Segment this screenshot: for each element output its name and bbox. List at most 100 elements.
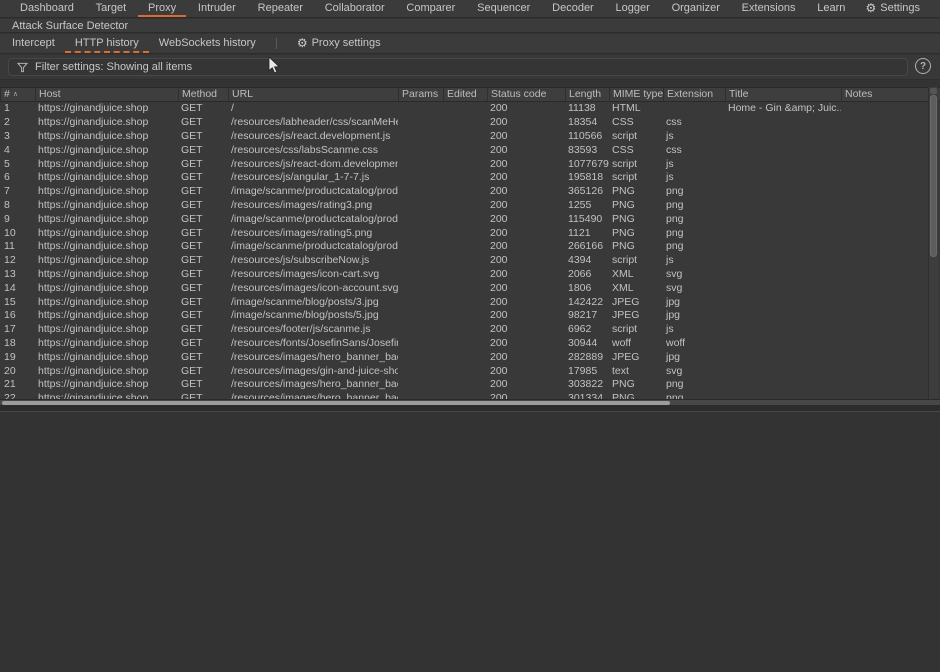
tab-target[interactable]: Target: [86, 0, 137, 17]
tab-intruder[interactable]: Intruder: [188, 0, 246, 17]
column-header[interactable]: Params: [398, 88, 443, 101]
cell-mime-type: PNG: [609, 240, 663, 252]
cell-host: https://ginandjuice.shop: [35, 116, 178, 128]
cell-method: GET: [178, 309, 228, 321]
tab-decoder[interactable]: Decoder: [542, 0, 604, 17]
tab-intercept[interactable]: Intercept: [2, 34, 65, 53]
cell-number: 20: [0, 365, 35, 377]
column-header[interactable]: Method: [178, 88, 228, 101]
tab-collaborator[interactable]: Collaborator: [315, 0, 395, 17]
cell-number: 2: [0, 116, 35, 128]
table-row[interactable]: 11 https://ginandjuice.shop GET /image/s…: [0, 239, 940, 253]
cell-number: 12: [0, 254, 35, 266]
table-row[interactable]: 6 https://ginandjuice.shop GET /resource…: [0, 170, 940, 184]
cell-method: GET: [178, 392, 228, 399]
cell-host: https://ginandjuice.shop: [35, 365, 178, 377]
cell-method: GET: [178, 268, 228, 280]
cell-host: https://ginandjuice.shop: [35, 240, 178, 252]
column-header[interactable]: MIME type: [609, 88, 663, 101]
table-row[interactable]: 14 https://ginandjuice.shop GET /resourc…: [0, 281, 940, 295]
column-header[interactable]: Host: [35, 88, 178, 101]
table-row[interactable]: 8 https://ginandjuice.shop GET /resource…: [0, 198, 940, 212]
vertical-scrollbar-thumb[interactable]: [930, 95, 937, 257]
table-row[interactable]: 10 https://ginandjuice.shop GET /resourc…: [0, 226, 940, 240]
table-row[interactable]: 18 https://ginandjuice.shop GET /resourc…: [0, 336, 940, 350]
column-header[interactable]: Title: [725, 88, 841, 101]
table-row[interactable]: 17 https://ginandjuice.shop GET /resourc…: [0, 322, 940, 336]
tab-settings[interactable]: ⚙ Settings: [855, 0, 930, 17]
tab-extensions[interactable]: Extensions: [732, 0, 806, 17]
table-row[interactable]: 2 https://ginandjuice.shop GET /resource…: [0, 115, 940, 129]
tab-repeater[interactable]: Repeater: [248, 0, 313, 17]
tab-comparer[interactable]: Comparer: [396, 0, 465, 17]
tab-dashboard[interactable]: Dashboard: [10, 0, 84, 17]
table-row[interactable]: 22 https://ginandjuice.shop GET /resourc…: [0, 391, 940, 399]
column-header-label: Status code: [491, 88, 546, 100]
table-row[interactable]: 21 https://ginandjuice.shop GET /resourc…: [0, 377, 940, 391]
column-header-label: Length: [569, 88, 601, 100]
column-header-label: #: [4, 88, 10, 100]
table-row[interactable]: 12 https://ginandjuice.shop GET /resourc…: [0, 253, 940, 267]
column-header[interactable]: # ∧: [0, 88, 35, 101]
table-row[interactable]: 19 https://ginandjuice.shop GET /resourc…: [0, 350, 940, 364]
table-row[interactable]: 9 https://ginandjuice.shop GET /image/sc…: [0, 212, 940, 226]
cell-length: 110566: [565, 130, 609, 142]
cell-extension: png: [663, 185, 725, 197]
vertical-scrollbar[interactable]: [928, 87, 938, 399]
cell-mime-type: XML: [609, 268, 663, 280]
filter-funnel-icon: [17, 62, 28, 73]
request-response-panel: [0, 411, 940, 672]
tab-logger[interactable]: Logger: [606, 0, 660, 17]
column-header[interactable]: Status code: [487, 88, 565, 101]
cell-length: 142422: [565, 296, 609, 308]
cell-host: https://ginandjuice.shop: [35, 378, 178, 390]
table-row[interactable]: 16 https://ginandjuice.shop GET /image/s…: [0, 308, 940, 322]
cell-url: /: [228, 102, 398, 114]
cell-status-code: 200: [487, 392, 565, 399]
tab-label: Organizer: [672, 2, 720, 14]
tab-label: HTTP history: [75, 37, 139, 49]
cell-status-code: 200: [487, 323, 565, 335]
table-row[interactable]: 1 https://ginandjuice.shop GET / 200 111…: [0, 102, 940, 116]
cell-host: https://ginandjuice.shop: [35, 227, 178, 239]
tab-proxy[interactable]: Proxy: [138, 0, 186, 17]
column-header[interactable]: URL: [228, 88, 398, 101]
cell-status-code: 200: [487, 185, 565, 197]
tab-organizer[interactable]: Organizer: [662, 0, 730, 17]
table-row[interactable]: 4 https://ginandjuice.shop GET /resource…: [0, 143, 940, 157]
tab-label: Intercept: [12, 37, 55, 49]
tab-label: Logger: [616, 2, 650, 14]
tab-learn[interactable]: Learn: [807, 0, 855, 17]
help-icon[interactable]: ?: [915, 58, 931, 74]
cell-method: GET: [178, 144, 228, 156]
table-row[interactable]: 13 https://ginandjuice.shop GET /resourc…: [0, 267, 940, 281]
cell-number: 21: [0, 378, 35, 390]
column-header[interactable]: Length: [565, 88, 609, 101]
table-row[interactable]: 3 https://ginandjuice.shop GET /resource…: [0, 129, 940, 143]
tab-http-history[interactable]: HTTP history: [65, 34, 149, 53]
tab-sequencer[interactable]: Sequencer: [467, 0, 540, 17]
table-row[interactable]: 20 https://ginandjuice.shop GET /resourc…: [0, 364, 940, 378]
cell-host: https://ginandjuice.shop: [35, 102, 178, 114]
table-row[interactable]: 5 https://ginandjuice.shop GET /resource…: [0, 157, 940, 171]
tab-label: Dashboard: [20, 2, 74, 14]
table-row[interactable]: 15 https://ginandjuice.shop GET /image/s…: [0, 295, 940, 309]
cell-length: 30944: [565, 337, 609, 349]
column-header[interactable]: Notes: [841, 88, 940, 101]
cell-mime-type: PNG: [609, 392, 663, 399]
cell-url: /resources/images/hero_banner_back...: [228, 378, 398, 390]
table-row[interactable]: 7 https://ginandjuice.shop GET /image/sc…: [0, 184, 940, 198]
cell-url: /image/scanme/blog/posts/5.jpg: [228, 309, 398, 321]
tab-websockets-history[interactable]: WebSockets history: [149, 34, 266, 53]
cell-url: /resources/labheader/css/scanMeHea...: [228, 116, 398, 128]
cell-mime-type: PNG: [609, 213, 663, 225]
proxy-settings-button[interactable]: ⚙ Proxy settings: [287, 34, 391, 53]
filter-settings-bar[interactable]: Filter settings: Showing all items: [8, 58, 908, 76]
cell-mime-type: PNG: [609, 199, 663, 211]
column-header[interactable]: Extension: [663, 88, 725, 101]
cell-number: 7: [0, 185, 35, 197]
tab-label: Decoder: [552, 2, 594, 14]
table-body: 1 https://ginandjuice.shop GET / 200 111…: [0, 102, 940, 400]
tab-attack-surface-detector[interactable]: Attack Surface Detector: [0, 19, 940, 33]
column-header[interactable]: Edited: [443, 88, 487, 101]
